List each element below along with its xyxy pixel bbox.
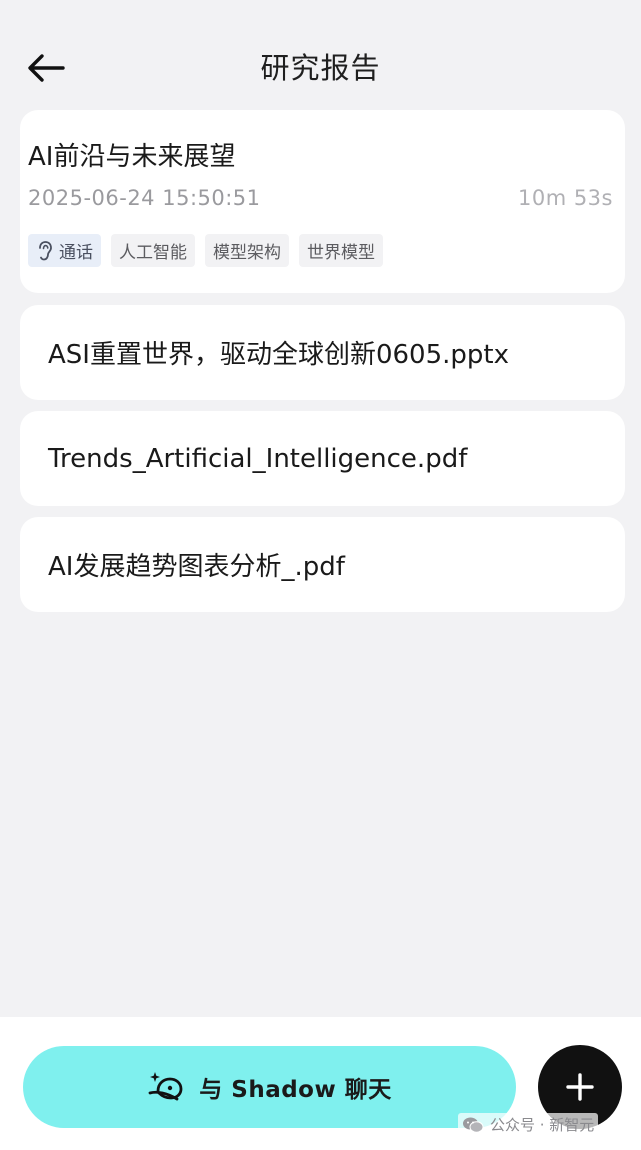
report-title: AI前沿与未来展望 bbox=[28, 142, 236, 172]
tag-call[interactable]: 通话 bbox=[28, 234, 101, 267]
plus-icon bbox=[566, 1073, 594, 1101]
chat-button-label: 与 Shadow 聊天 bbox=[199, 1077, 392, 1103]
tag-label: 通话 bbox=[59, 243, 93, 263]
research-report-page: 研究报告 AI前沿与未来展望 2025-06-24 15:50:51 10m 5… bbox=[0, 0, 641, 1150]
page-title: 研究报告 bbox=[260, 51, 381, 85]
file-card[interactable]: Trends_Artificial_Intelligence.pdf bbox=[20, 411, 625, 506]
tag-ai[interactable]: 人工智能 bbox=[111, 234, 195, 267]
report-datetime: 2025-06-24 15:50:51 bbox=[28, 186, 261, 210]
report-duration: 10m 53s bbox=[517, 186, 613, 210]
file-name: ASI重置世界，驱动全球创新0605.pptx bbox=[48, 340, 509, 370]
tag-label: 人工智能 bbox=[119, 243, 187, 263]
file-name: AI发展趋势图表分析_.pdf bbox=[48, 552, 345, 582]
ear-icon bbox=[39, 240, 52, 260]
header: 研究报告 bbox=[0, 0, 641, 110]
tag-model-architecture[interactable]: 模型架构 bbox=[205, 234, 289, 267]
tag-world-model[interactable]: 世界模型 bbox=[299, 234, 383, 267]
wechat-icon bbox=[463, 1117, 484, 1133]
file-card[interactable]: ASI重置世界，驱动全球创新0605.pptx bbox=[20, 305, 625, 400]
sparkle-shadow-icon bbox=[148, 1072, 183, 1101]
file-card[interactable]: AI发展趋势图表分析_.pdf bbox=[20, 517, 625, 612]
file-name: Trends_Artificial_Intelligence.pdf bbox=[48, 443, 468, 474]
chat-with-shadow-button[interactable]: 与 Shadow 聊天 bbox=[23, 1046, 516, 1128]
tag-label: 世界模型 bbox=[307, 243, 375, 263]
watermark-text: 公众号 · 新智元 bbox=[490, 1116, 595, 1134]
watermark: 公众号 · 新智元 bbox=[458, 1113, 599, 1136]
tag-label: 模型架构 bbox=[213, 243, 281, 263]
tag-list: 通话 人工智能 模型架构 世界模型 bbox=[28, 234, 383, 267]
